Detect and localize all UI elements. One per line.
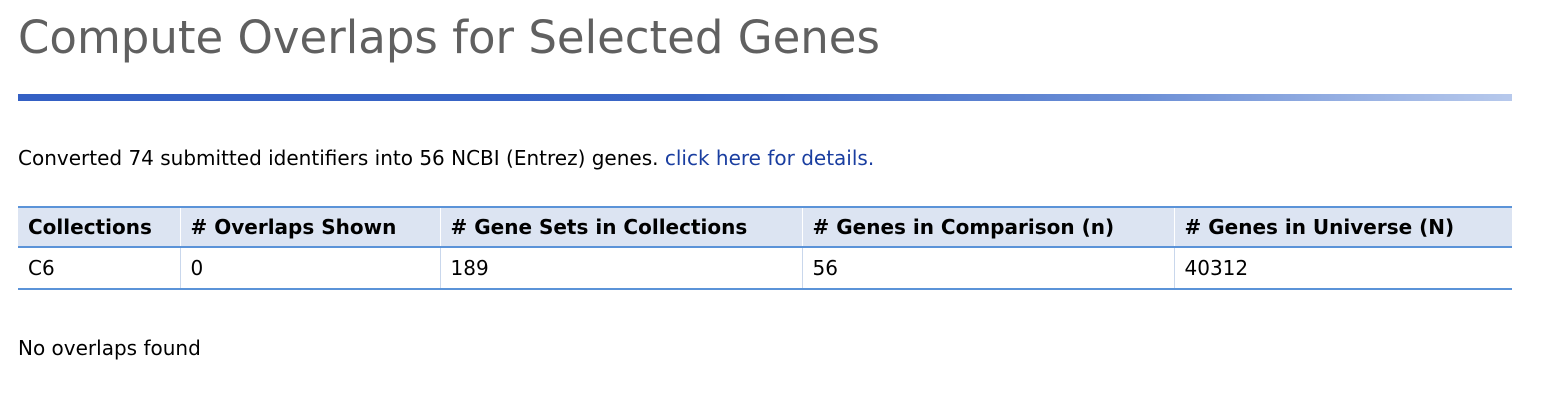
table-header-row: Collections # Overlaps Shown # Gene Sets… xyxy=(18,206,1512,248)
header-collections: Collections xyxy=(18,206,181,248)
table-row: C6 0 189 56 40312 xyxy=(18,247,1512,290)
header-genes-in-comparison: # Genes in Comparison (n) xyxy=(801,206,1175,248)
header-gene-sets-in-collections: # Gene Sets in Collections xyxy=(439,206,803,248)
conversion-summary: Converted 74 submitted identifiers into … xyxy=(18,144,874,172)
cell-overlaps-shown: 0 xyxy=(179,247,441,290)
cell-gene-sets: 189 xyxy=(439,247,803,290)
collections-table: Collections # Overlaps Shown # Gene Sets… xyxy=(18,206,1512,290)
title-divider xyxy=(18,94,1512,101)
cell-collection: C6 xyxy=(18,247,181,290)
no-overlaps-message: No overlaps found xyxy=(18,336,201,360)
header-genes-in-universe: # Genes in Universe (N) xyxy=(1173,206,1512,248)
header-overlaps-shown: # Overlaps Shown xyxy=(179,206,441,248)
details-link[interactable]: click here for details. xyxy=(665,146,874,170)
conversion-summary-text: Converted 74 submitted identifiers into … xyxy=(18,146,659,170)
cell-genes-in-universe: 40312 xyxy=(1173,247,1512,290)
cell-genes-in-comparison: 56 xyxy=(801,247,1175,290)
page-title: Compute Overlaps for Selected Genes xyxy=(18,11,880,64)
